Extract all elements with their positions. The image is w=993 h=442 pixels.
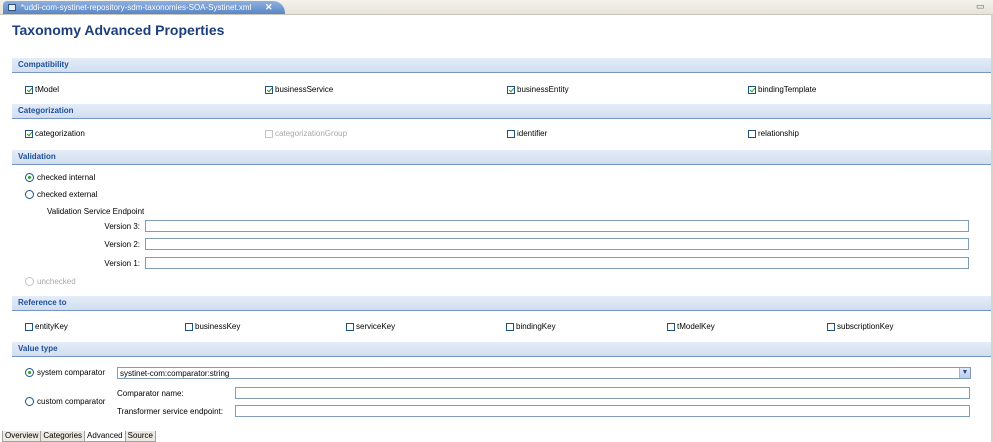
checkbox-subscription-key[interactable]: subscriptionKey: [827, 322, 893, 331]
transformer-endpoint-label: Transformer service endpoint:: [117, 407, 223, 416]
comparator-name-label: Comparator name:: [117, 389, 184, 398]
version3-input[interactable]: [145, 220, 969, 232]
checkbox-label: relationship: [758, 129, 799, 138]
radio-checked-internal[interactable]: checked internal: [25, 173, 95, 182]
radio-custom-comparator[interactable]: custom comparator: [25, 397, 105, 406]
checkbox-label: bindingTemplate: [758, 85, 817, 94]
checkbox-box[interactable]: [25, 129, 33, 138]
section-validation[interactable]: Validation: [12, 150, 991, 165]
checkbox-box[interactable]: [827, 322, 835, 331]
checkbox-box[interactable]: [265, 85, 273, 94]
checkbox-business-key[interactable]: businessKey: [185, 322, 240, 331]
checkbox-box[interactable]: [25, 85, 33, 94]
radio-label: system comparator: [37, 368, 106, 377]
checkbox-label: businessService: [275, 85, 334, 94]
xml-file-icon: [8, 4, 16, 11]
checkbox-identifier[interactable]: identifier: [507, 129, 547, 138]
tab-advanced[interactable]: Advanced: [84, 431, 126, 442]
checkbox-box[interactable]: [185, 322, 193, 331]
section-reference-to[interactable]: Reference to: [12, 296, 991, 311]
checkbox-label: entityKey: [35, 322, 68, 331]
section-categorization[interactable]: Categorization: [12, 104, 991, 119]
chevron-down-icon[interactable]: ▼: [959, 368, 970, 378]
radio-dot[interactable]: [25, 173, 34, 182]
section-compatibility[interactable]: Compatibility: [12, 58, 991, 73]
editor-tab[interactable]: *uddi-com-systinet-repository-sdm-taxono…: [3, 1, 285, 14]
radio-dot[interactable]: [25, 368, 34, 377]
checkbox-box[interactable]: [25, 322, 33, 331]
validation-endpoint-label: Validation Service Endpoint: [47, 207, 145, 216]
section-heading: Validation: [18, 152, 56, 161]
version1-input[interactable]: [145, 257, 969, 269]
tab-categories[interactable]: Categories: [40, 431, 86, 442]
radio-system-comparator[interactable]: system comparator: [25, 368, 105, 377]
checkbox-box[interactable]: [507, 85, 515, 94]
checkbox-label: identifier: [517, 129, 548, 138]
checkbox-box: [265, 129, 273, 138]
system-comparator-select[interactable]: systinet-com:comparator:string ▼: [117, 367, 971, 379]
checkbox-label: businessEntity: [517, 85, 569, 94]
checkbox-categorization[interactable]: categorization: [25, 129, 85, 138]
radio-label: unchecked: [37, 277, 76, 286]
radio-label: checked external: [37, 190, 98, 199]
version1-label: Version 1:: [104, 259, 140, 268]
checkbox-label: businessKey: [195, 322, 241, 331]
checkbox-label: tModelKey: [677, 322, 715, 331]
radio-dot[interactable]: [25, 397, 34, 406]
select-value: systinet-com:comparator:string: [120, 369, 230, 378]
section-heading: Categorization: [18, 106, 74, 115]
checkbox-categorization-group: categorizationGroup: [265, 129, 347, 138]
editor-tab-title: *uddi-com-systinet-repository-sdm-taxono…: [21, 3, 252, 12]
checkbox-label: categorizationGroup: [275, 129, 348, 138]
minimize-icon[interactable]: ▭: [976, 1, 993, 11]
checkbox-tmodel-key[interactable]: tModelKey: [667, 322, 715, 331]
checkbox-box[interactable]: [748, 129, 756, 138]
checkbox-box[interactable]: [667, 322, 675, 331]
editor-page-tabs: Overview Categories Advanced Source: [2, 431, 156, 442]
radio-label: checked internal: [37, 173, 96, 182]
version2-label: Version 2:: [104, 240, 140, 249]
tab-source[interactable]: Source: [124, 431, 156, 442]
checkbox-entity-key[interactable]: entityKey: [25, 322, 68, 331]
checkbox-tmodel[interactable]: tModel: [25, 85, 59, 94]
section-heading: Value type: [18, 344, 58, 353]
checkbox-business-service[interactable]: businessService: [265, 85, 333, 94]
section-value-type[interactable]: Value type: [12, 342, 991, 357]
radio-dot: [25, 277, 34, 286]
checkbox-box[interactable]: [506, 322, 514, 331]
section-heading: Compatibility: [18, 60, 69, 69]
tab-overview[interactable]: Overview: [2, 431, 42, 442]
checkbox-label: serviceKey: [356, 322, 396, 331]
close-tab-icon[interactable]: ✕: [265, 2, 273, 13]
radio-unchecked: unchecked: [25, 277, 76, 286]
section-heading: Reference to: [18, 298, 67, 307]
editor-tab-bar: *uddi-com-systinet-repository-sdm-taxono…: [0, 0, 993, 15]
transformer-endpoint-input[interactable]: [235, 405, 970, 417]
checkbox-label: tModel: [35, 85, 60, 94]
radio-label: custom comparator: [37, 397, 106, 406]
checkbox-binding-template[interactable]: bindingTemplate: [748, 85, 816, 94]
page-title: Taxonomy Advanced Properties: [12, 22, 225, 38]
version2-input[interactable]: [145, 238, 969, 250]
checkbox-business-entity[interactable]: businessEntity: [507, 85, 569, 94]
checkbox-binding-key[interactable]: bindingKey: [506, 322, 556, 331]
checkbox-relationship[interactable]: relationship: [748, 129, 799, 138]
checkbox-box[interactable]: [346, 322, 354, 331]
checkbox-box[interactable]: [507, 129, 515, 138]
checkbox-label: subscriptionKey: [837, 322, 894, 331]
checkbox-box[interactable]: [748, 85, 756, 94]
version3-label: Version 3:: [104, 222, 140, 231]
checkbox-service-key[interactable]: serviceKey: [346, 322, 395, 331]
radio-checked-external[interactable]: checked external: [25, 190, 97, 199]
comparator-name-input[interactable]: [235, 387, 970, 399]
radio-dot[interactable]: [25, 190, 34, 199]
checkbox-label: categorization: [35, 129, 85, 138]
checkbox-label: bindingKey: [516, 322, 556, 331]
